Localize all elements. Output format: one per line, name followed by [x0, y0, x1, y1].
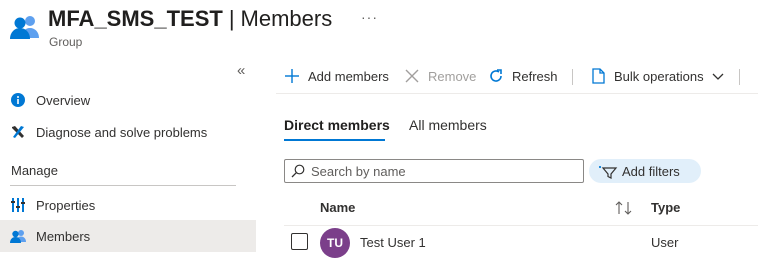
- search-icon: [291, 164, 305, 178]
- manage-section-header: Manage: [11, 163, 58, 178]
- add-members-button[interactable]: Add members: [284, 66, 389, 86]
- remove-button[interactable]: Remove: [404, 66, 476, 86]
- toolbar-divider: [572, 69, 573, 85]
- plus-icon: [284, 68, 300, 84]
- collapse-sidebar-button[interactable]: «: [237, 62, 245, 79]
- column-header-name[interactable]: Name: [320, 200, 355, 215]
- bulk-operations-button[interactable]: Bulk operations: [590, 66, 724, 86]
- section-name: Members: [240, 6, 333, 31]
- row-checkbox[interactable]: [291, 233, 308, 250]
- member-name[interactable]: Test User 1: [360, 235, 426, 250]
- sidebar-item-label: Properties: [36, 197, 96, 213]
- sidebar-item-overview[interactable]: Overview: [0, 84, 256, 116]
- active-tab-indicator: [284, 139, 385, 141]
- tab-all-members[interactable]: All members: [409, 117, 487, 133]
- group-icon: [10, 13, 40, 39]
- refresh-label: Refresh: [512, 68, 558, 84]
- refresh-button[interactable]: Refresh: [488, 66, 558, 86]
- bulk-operations-label: Bulk operations: [614, 68, 704, 84]
- close-icon: [404, 68, 420, 84]
- document-icon: [590, 68, 606, 84]
- column-header-type[interactable]: Type: [651, 200, 680, 215]
- table-header-divider: [284, 225, 758, 226]
- info-icon: [10, 92, 26, 108]
- command-bar: Add members Remove Refresh Bulk operatio…: [276, 60, 758, 94]
- member-type: User: [651, 235, 679, 250]
- sort-icon[interactable]: [615, 201, 633, 215]
- group-name: MFA_SMS_TEST: [48, 6, 223, 31]
- search-box: [284, 159, 584, 183]
- page-title: MFA_SMS_TEST | Members: [48, 5, 332, 33]
- sidebar-item-label: Overview: [36, 92, 91, 108]
- toolbar-divider: [739, 69, 740, 85]
- wrench-icon: [10, 124, 26, 140]
- chevron-down-icon: [712, 70, 724, 82]
- sidebar-item-properties[interactable]: Properties: [0, 189, 256, 221]
- more-options-button[interactable]: ···: [361, 9, 378, 25]
- add-filters-button[interactable]: Add filters: [589, 159, 701, 183]
- sidebar-item-label: Diagnose and solve problems: [36, 124, 208, 140]
- sidebar-item-label: Members: [36, 228, 91, 244]
- avatar: TU: [320, 228, 350, 258]
- add-filters-label: Add filters: [622, 163, 680, 179]
- members-icon: [10, 228, 26, 244]
- search-input[interactable]: [311, 163, 581, 179]
- filter-add-icon: [598, 163, 618, 179]
- sidebar-item-diagnose[interactable]: Diagnose and solve problems: [0, 116, 256, 148]
- remove-label: Remove: [428, 68, 477, 84]
- add-members-label: Add members: [308, 68, 389, 84]
- refresh-icon: [488, 68, 504, 84]
- title-separator: |: [228, 6, 235, 31]
- properties-icon: [10, 197, 26, 213]
- sidebar-item-members[interactable]: Members: [0, 220, 256, 252]
- page-subtitle: Group: [49, 35, 83, 49]
- section-divider: [10, 185, 236, 186]
- tab-direct-members[interactable]: Direct members: [284, 117, 390, 133]
